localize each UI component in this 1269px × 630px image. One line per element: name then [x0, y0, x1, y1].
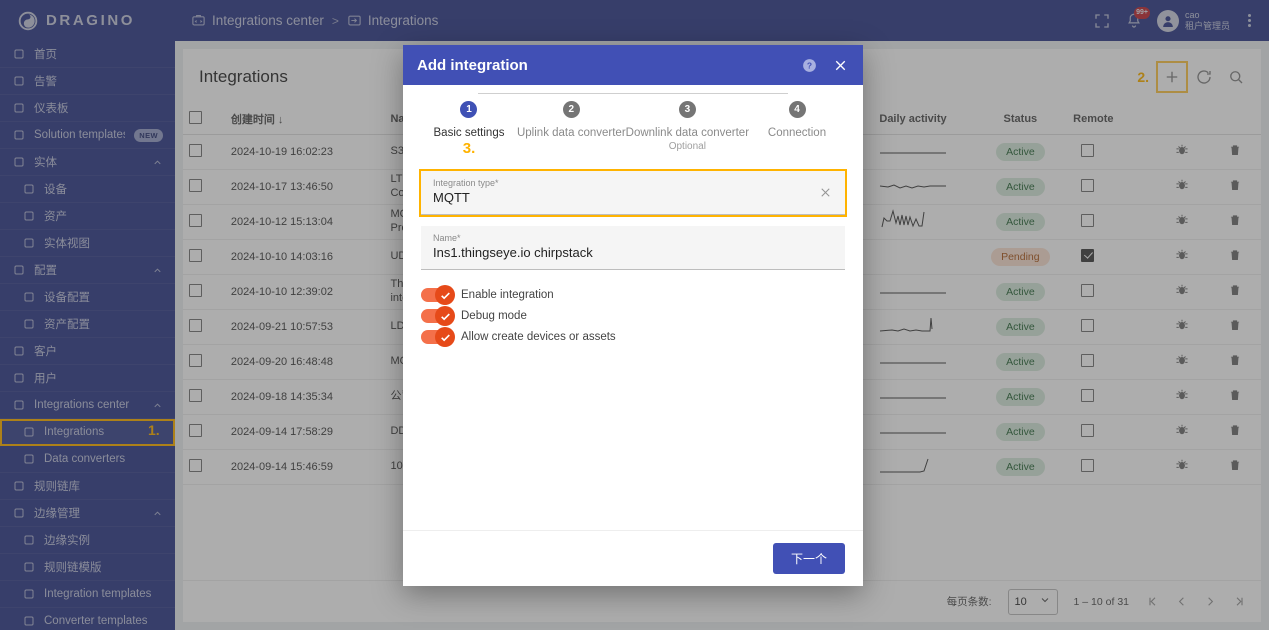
- dialog-body: Integration type* MQTT Name* Ins1.things…: [403, 157, 863, 530]
- step-1[interactable]: 1 Basic settings 3.: [421, 101, 517, 157]
- step-2[interactable]: 2 Uplink data converter: [517, 101, 626, 157]
- toggle-row[interactable]: Enable integration: [421, 285, 845, 305]
- step-label: Basic settings: [433, 127, 505, 139]
- annotation-marker-3: 3.: [462, 140, 476, 157]
- dialog-title: Add integration: [417, 56, 528, 74]
- toggle-knob: [435, 285, 455, 305]
- step-number: 3: [678, 101, 696, 118]
- dialog-footer: 下一个: [403, 530, 863, 586]
- toggle-label: Allow create devices or assets: [461, 331, 616, 343]
- toggle-knob: [435, 306, 455, 326]
- step-label: Uplink data converter: [516, 127, 626, 139]
- step-number: 4: [788, 101, 806, 118]
- name-value: Ins1.thingseye.io chirpstack: [433, 244, 593, 260]
- step-label: Connection: [767, 127, 827, 139]
- step-number: 1: [460, 101, 478, 118]
- toggle-label: Debug mode: [461, 310, 527, 322]
- close-icon[interactable]: [832, 57, 849, 74]
- integration-type-value: MQTT: [433, 189, 470, 205]
- clear-x-icon[interactable]: [818, 185, 833, 200]
- stepper-connector: [478, 93, 788, 94]
- dialog-stepper: 1 Basic settings 3. 2 Uplink data converter 3…: [403, 85, 863, 157]
- step-number: 2: [562, 101, 580, 118]
- toggle-switch[interactable]: [421, 285, 455, 305]
- toggle-switch[interactable]: [421, 306, 455, 326]
- step-3[interactable]: 3 Downlink data converter Optional: [626, 101, 749, 157]
- toggle-row[interactable]: Allow create devices or assets: [421, 327, 845, 347]
- next-button[interactable]: 下一个: [772, 543, 845, 574]
- toggle-label: Enable integration: [461, 289, 554, 301]
- name-field[interactable]: Name* Ins1.thingseye.io chirpstack: [421, 226, 845, 270]
- toggle-knob: [435, 327, 455, 347]
- toggle-switch[interactable]: [421, 327, 455, 347]
- toggle-row[interactable]: Debug mode: [421, 306, 845, 326]
- step-label: Downlink data converter: [625, 127, 750, 139]
- help-circle-icon[interactable]: ?: [801, 57, 818, 74]
- dialog-header-actions: ?: [801, 57, 849, 74]
- name-label: Name*: [433, 233, 461, 243]
- svg-text:?: ?: [807, 60, 812, 70]
- dialog-header: Add integration ?: [403, 45, 863, 85]
- dialog-toggles: Enable integration Debug mode Allow create…: [421, 285, 845, 347]
- step-4[interactable]: 4 Connection: [749, 101, 845, 157]
- add-integration-dialog: Add integration ? 1 Basic settings 3. 2 Upli…: [403, 45, 863, 586]
- integration-type-label: Integration type*: [433, 178, 499, 188]
- integration-type-field[interactable]: Integration type* MQTT: [419, 169, 847, 217]
- app-root: DRAGINO Integrations center > Integratio…: [0, 0, 1269, 630]
- step-sublabel: Optional: [668, 141, 706, 152]
